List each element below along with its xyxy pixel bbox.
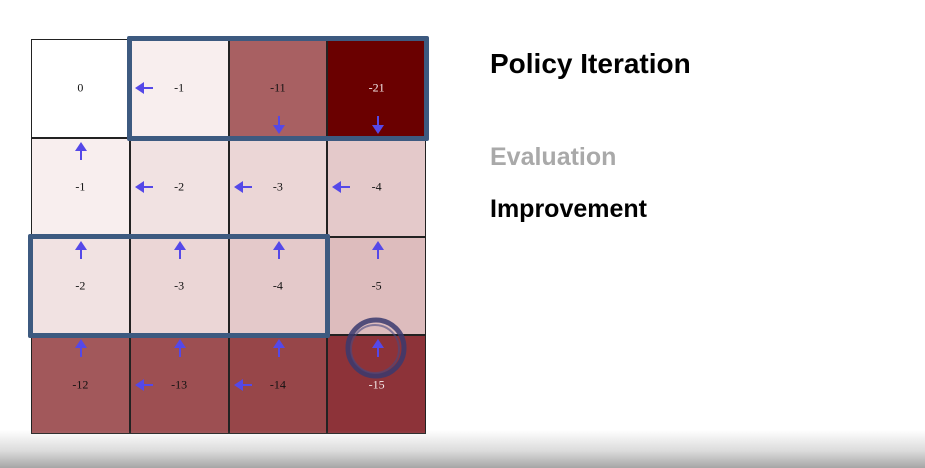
grid-cell: -1 xyxy=(31,137,130,237)
cell-value: -1 xyxy=(75,179,86,194)
grid-cell: -4 xyxy=(327,137,426,237)
grid-cell: 0 xyxy=(31,39,130,138)
grid-cell: -14 xyxy=(228,335,328,434)
step-improvement: Improvement xyxy=(490,195,647,223)
arrow-up-icon xyxy=(75,339,88,358)
arrow-up-icon xyxy=(75,141,88,160)
grid-cell: -12 xyxy=(31,335,130,434)
arrow-left-icon xyxy=(233,378,252,391)
highlight-box xyxy=(126,36,429,141)
slide-title: Policy Iteration xyxy=(490,48,691,79)
arrow-up-icon xyxy=(174,339,187,358)
arrow-left-icon xyxy=(233,181,252,194)
cell-value: -5 xyxy=(371,278,382,293)
circle-annotation xyxy=(345,317,407,379)
arrow-up-icon xyxy=(371,240,384,259)
arrow-up-icon xyxy=(272,339,285,358)
step-evaluation: Evaluation xyxy=(490,143,617,171)
cell-value: 0 xyxy=(77,80,84,95)
cell-value: -12 xyxy=(72,377,89,392)
bottom-shadow xyxy=(0,430,925,468)
grid-cell: -13 xyxy=(129,335,229,434)
arrow-left-icon xyxy=(134,378,153,391)
grid-cell: -2 xyxy=(129,137,229,237)
arrow-left-icon xyxy=(134,181,153,194)
grid-cell: -3 xyxy=(228,137,328,237)
highlight-box xyxy=(28,233,331,339)
arrow-left-icon xyxy=(332,181,351,194)
